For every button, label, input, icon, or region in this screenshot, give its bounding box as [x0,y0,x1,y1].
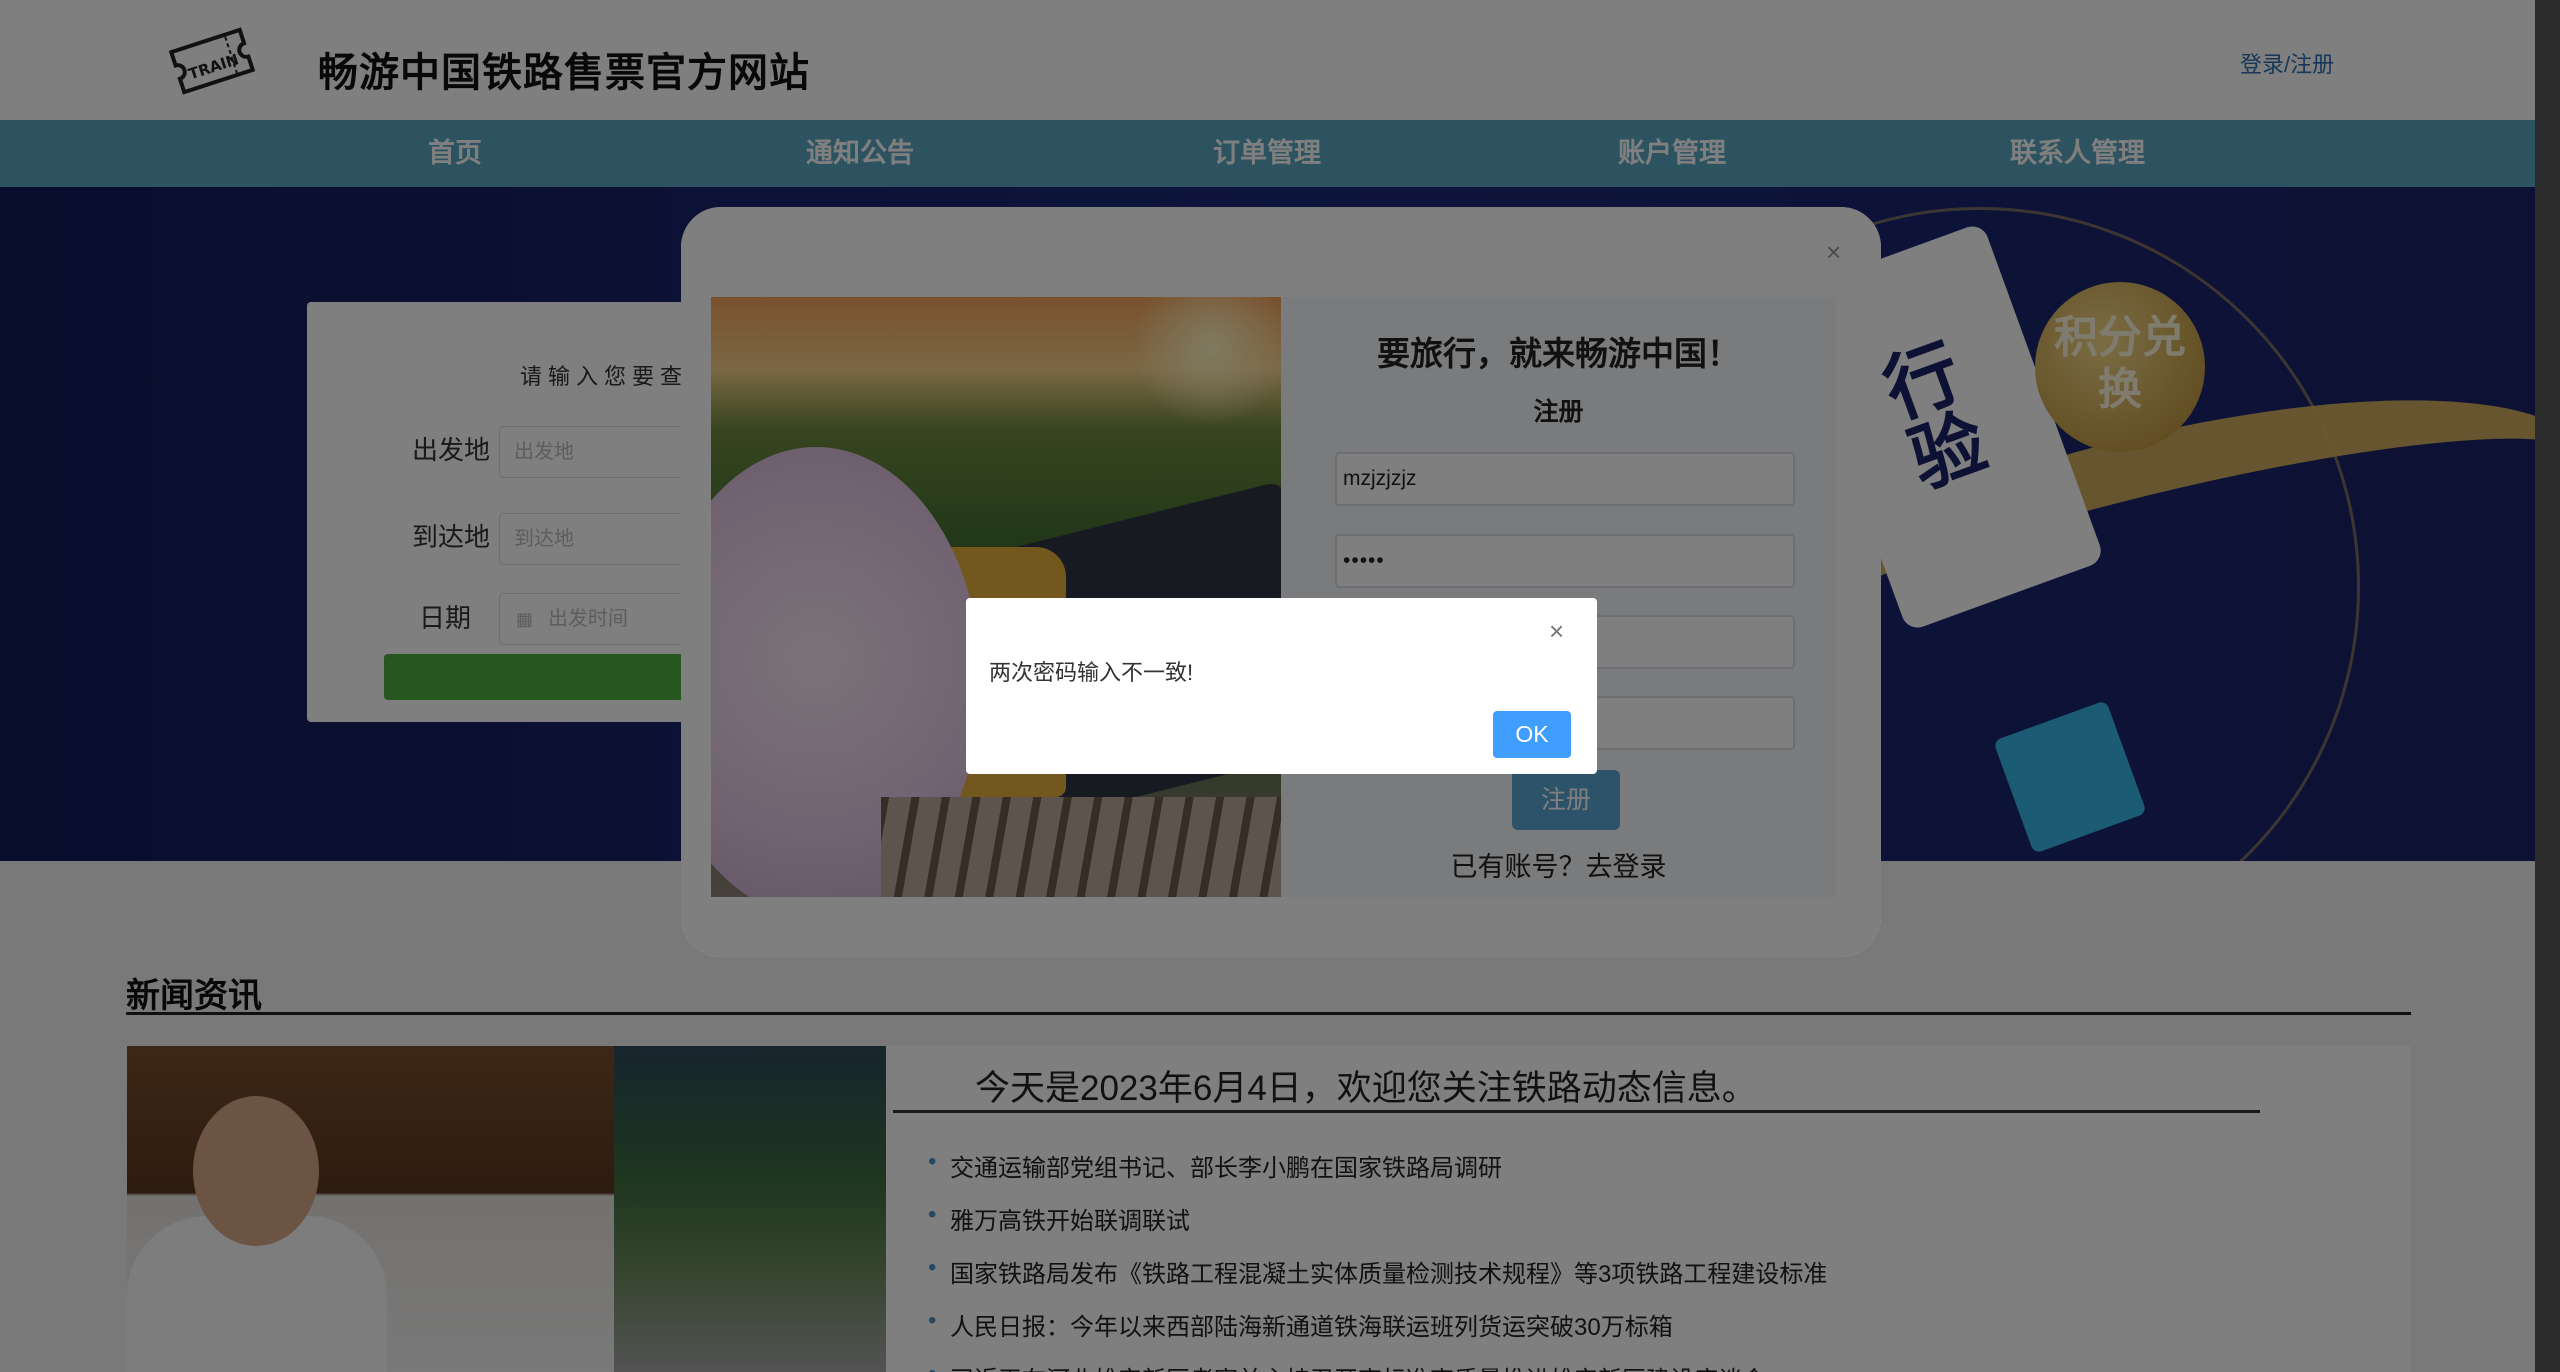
password-mismatch-alert: × 两次密码输入不一致! OK [966,598,1597,774]
alert-close-icon[interactable]: × [1549,616,1564,647]
alert-backdrop [681,207,1881,957]
alert-message: 两次密码输入不一致! [989,660,1194,685]
right-edge-strip [2535,0,2560,1372]
alert-ok-button[interactable]: OK [1493,711,1571,758]
